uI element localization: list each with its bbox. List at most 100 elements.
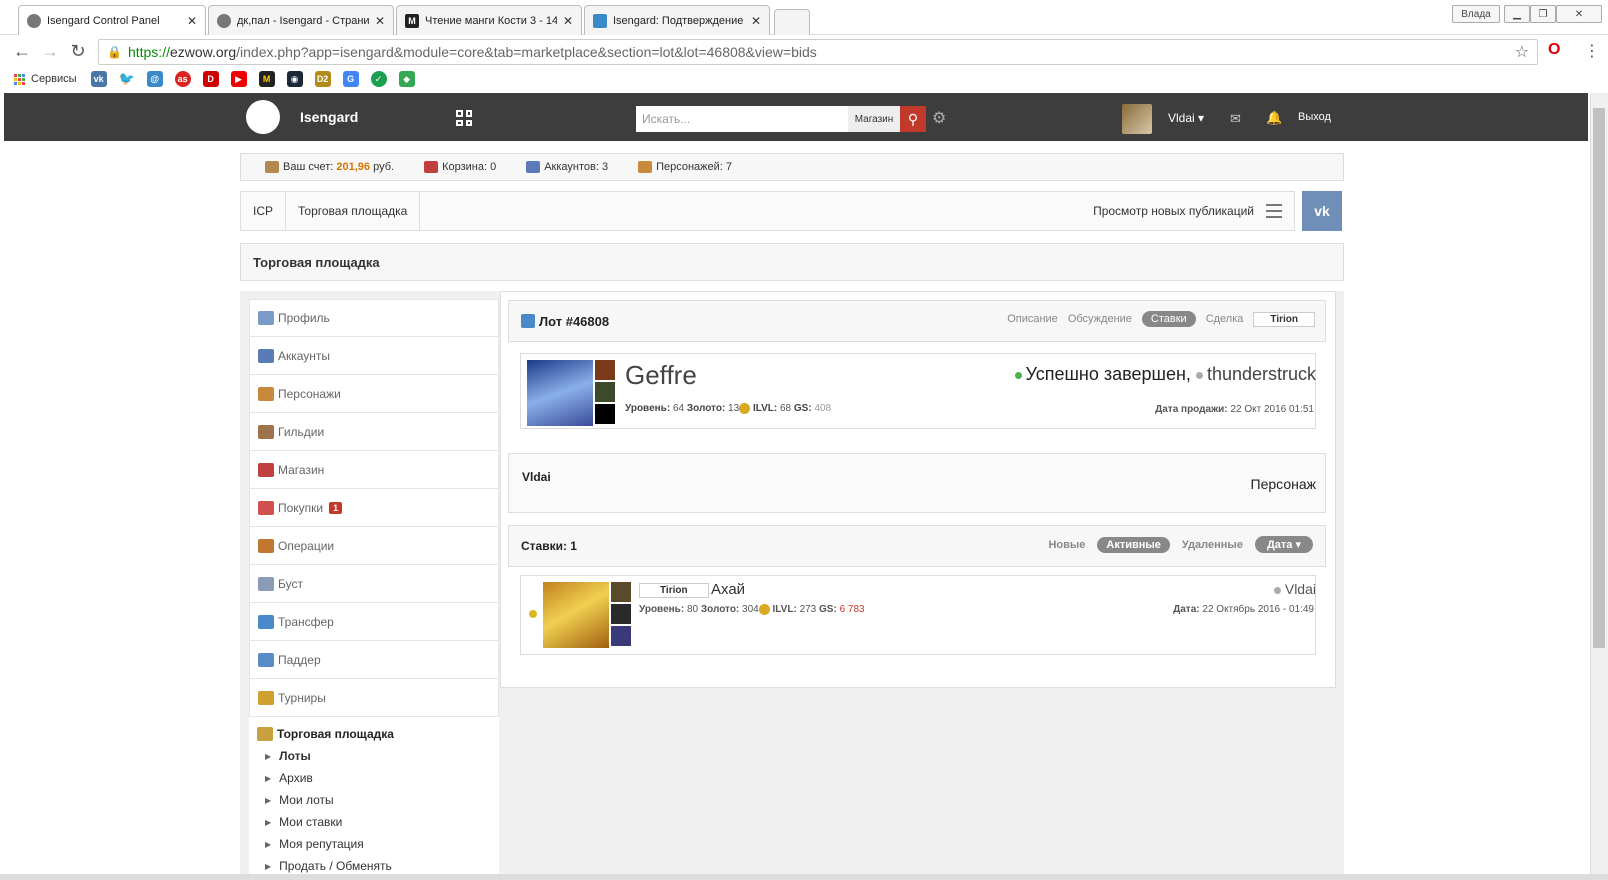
sidebar-item-accounts[interactable]: Аккаунты: [249, 337, 499, 375]
gear-icon[interactable]: ⚙: [932, 108, 946, 128]
logout-link[interactable]: Выход: [1298, 111, 1331, 123]
browser-tab-3[interactable]: M Чтение манги Кости 3 - 14 ✕: [396, 5, 582, 35]
vk-share-button[interactable]: vk: [1302, 191, 1342, 231]
tab-new-bids[interactable]: Новые: [1048, 539, 1085, 551]
character-name[interactable]: Geffre: [625, 360, 697, 391]
item-slot[interactable]: [611, 604, 631, 624]
maximize-button[interactable]: ❐: [1530, 5, 1556, 23]
site-bookmark-icon[interactable]: @: [146, 71, 163, 87]
lastfm-icon[interactable]: as: [174, 71, 191, 87]
twitter-icon[interactable]: 🐦: [118, 71, 135, 87]
account-status-bar: Ваш счет: 201,96 руб. Корзина: 0 Аккаунт…: [240, 153, 1344, 181]
search-category-select[interactable]: Магазин: [848, 106, 900, 132]
tab-discussion[interactable]: Обсуждение: [1068, 313, 1132, 325]
browser-tab-isengard-cp[interactable]: Isengard Control Panel ✕: [18, 5, 206, 35]
cart-link[interactable]: Корзина: 0: [424, 161, 496, 173]
d2-bookmark-icon[interactable]: D2: [314, 71, 331, 87]
sidebar-sublink-my-lots[interactable]: ▶ Мои лоты: [249, 789, 499, 811]
breadcrumb-root[interactable]: ICP: [241, 192, 287, 230]
characters-link[interactable]: Персонажей: 7: [638, 161, 732, 173]
brand-name[interactable]: Isengard: [300, 109, 358, 125]
sidebar-item-tournaments[interactable]: Турниры: [249, 679, 499, 717]
tab-deleted-bids[interactable]: Удаленные: [1182, 539, 1243, 551]
maps-icon[interactable]: ◆: [398, 71, 415, 87]
translate-icon[interactable]: G: [342, 71, 359, 87]
sidebar-item-transfer[interactable]: Трансфер: [249, 603, 499, 641]
sidebar-item-profile[interactable]: Профиль: [249, 299, 499, 337]
search-button[interactable]: ⚲: [900, 106, 926, 132]
item-slot[interactable]: [611, 626, 631, 646]
list-icon[interactable]: [1266, 204, 1282, 218]
sidebar-item-purchases[interactable]: Покупки 1: [249, 489, 499, 527]
minimize-button[interactable]: ▁: [1504, 5, 1530, 23]
sberbank-icon[interactable]: ✓: [370, 71, 387, 87]
sidebar-item-boost[interactable]: Буст: [249, 565, 499, 603]
steam-icon[interactable]: ◉: [286, 71, 303, 87]
item-slot[interactable]: [595, 404, 615, 424]
sidebar-item-shop[interactable]: Магазин: [249, 451, 499, 489]
vk-icon[interactable]: vk: [90, 71, 107, 87]
menu-kebab-icon[interactable]: ⋮: [1584, 41, 1600, 61]
sidebar-sublink-lots[interactable]: ▶ Лоты: [249, 745, 499, 767]
close-icon[interactable]: ✕: [375, 14, 385, 28]
bookmark-services[interactable]: Сервисы: [31, 73, 77, 85]
search-input[interactable]: Искать...: [636, 106, 848, 132]
apps-grid-icon[interactable]: [14, 73, 25, 85]
avatar[interactable]: [1122, 104, 1152, 134]
bidder-name[interactable]: Vldai: [1285, 581, 1316, 597]
account-balance[interactable]: Ваш счет: 201,96 руб.: [265, 161, 394, 173]
buyer-name[interactable]: thunderstruck: [1207, 364, 1316, 384]
reload-button[interactable]: ↻: [68, 41, 88, 62]
site-favicon-icon: [27, 13, 41, 28]
close-icon[interactable]: ✕: [563, 14, 573, 28]
tab-active-bids[interactable]: Активные: [1097, 536, 1170, 553]
triangle-right-icon: ▶: [265, 839, 272, 849]
tab-deal[interactable]: Сделка: [1206, 313, 1244, 325]
bid-date-value: 22 Октябрь 2016 - 01:49: [1202, 604, 1314, 615]
isengard-logo[interactable]: [246, 100, 280, 134]
close-icon[interactable]: ✕: [751, 14, 761, 28]
youtube-icon[interactable]: ▶: [230, 71, 247, 87]
browser-tab-4[interactable]: Isengard: Подтверждение ✕: [584, 5, 770, 35]
bid-character-name[interactable]: Ахай: [711, 581, 745, 598]
sidebar-item-ladder[interactable]: Паддер: [249, 641, 499, 679]
new-publications-link[interactable]: Просмотр новых публикаций: [1093, 204, 1254, 218]
new-tab-button[interactable]: [774, 9, 810, 35]
sidebar-sublink-my-bids[interactable]: ▶ Мои ставки: [249, 811, 499, 833]
tab-description[interactable]: Описание: [1007, 313, 1058, 325]
trophy-icon: [258, 690, 274, 705]
close-icon[interactable]: ✕: [187, 14, 197, 28]
bid-character-portrait[interactable]: [543, 582, 609, 648]
accounts-link[interactable]: Аккаунтов: 3: [526, 161, 608, 173]
mail-icon[interactable]: ✉: [1230, 111, 1241, 127]
browser-tab-2[interactable]: дк,пал - Isengard - Страни ✕: [208, 5, 394, 35]
gold-coin-icon: [758, 604, 770, 615]
sidebar-item-marketplace[interactable]: Торговая площадка: [249, 717, 499, 745]
sidebar-sublink-reputation[interactable]: ▶ Моя репутация: [249, 833, 499, 855]
back-button[interactable]: ←: [12, 41, 32, 62]
sort-date-dropdown[interactable]: Дата ▾: [1254, 536, 1313, 553]
window-close-button[interactable]: ✕: [1556, 5, 1602, 23]
item-slot[interactable]: [595, 382, 615, 402]
user-menu[interactable]: Vldai ▾: [1168, 111, 1204, 125]
tab-bids[interactable]: Ставки: [1141, 311, 1196, 327]
address-bar[interactable]: 🔒 https:// ezwow.org /index.php?app=isen…: [98, 39, 1538, 65]
seller-name[interactable]: Vldai: [522, 470, 551, 484]
bell-icon[interactable]: 🔔: [1266, 110, 1282, 126]
manga-bookmark-icon[interactable]: M: [258, 71, 275, 87]
sidebar-item-characters[interactable]: Персонажи: [249, 375, 499, 413]
opera-icon[interactable]: O: [1548, 41, 1560, 59]
character-portrait[interactable]: [527, 360, 593, 426]
forward-button[interactable]: →: [40, 41, 60, 62]
sidebar-item-guilds[interactable]: Гильдии: [249, 413, 499, 451]
item-slot[interactable]: [611, 582, 631, 602]
apps-grid-icon[interactable]: [456, 110, 472, 126]
sidebar-item-operations[interactable]: Операции: [249, 527, 499, 565]
breadcrumb-marketplace[interactable]: Торговая площадка: [286, 192, 421, 230]
sidebar-sublink-archive[interactable]: ▶ Архив: [249, 767, 499, 789]
gs-label: GS:: [793, 403, 812, 415]
d-bookmark-icon[interactable]: D: [202, 71, 219, 87]
bookmark-star-icon[interactable]: ☆: [1515, 42, 1529, 62]
item-slot[interactable]: [595, 360, 615, 380]
scrollbar-thumb[interactable]: [1593, 108, 1605, 648]
